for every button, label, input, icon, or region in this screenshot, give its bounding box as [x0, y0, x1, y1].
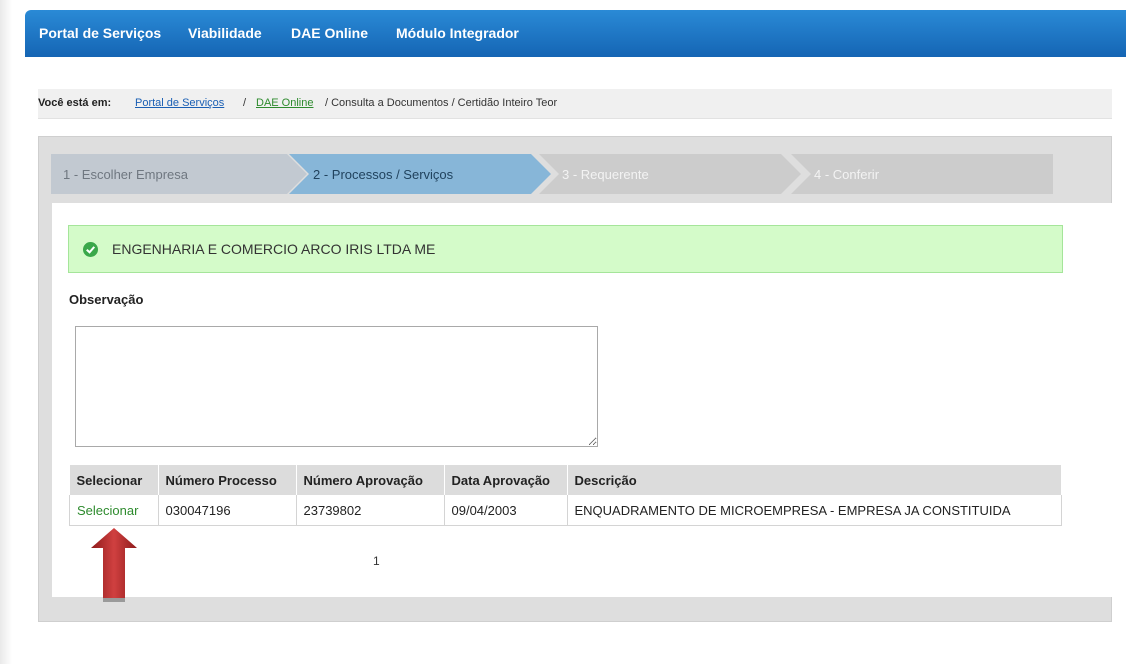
observacao-textarea[interactable]	[75, 326, 598, 447]
company-name: ENGENHARIA E COMERCIO ARCO IRIS LTDA ME	[112, 241, 436, 257]
nav-viabilidade[interactable]: Viabilidade	[188, 25, 262, 41]
top-navbar: Portal de Serviços Viabilidade DAE Onlin…	[25, 10, 1126, 57]
wizard-step-1-label: 1 - Escolher Empresa	[63, 167, 188, 182]
observacao-label: Observação	[69, 292, 144, 307]
col-descricao: Descrição	[567, 465, 1062, 495]
wizard-step-2-label: 2 - Processos / Serviços	[313, 167, 454, 182]
wizard-step-2[interactable]: 2 - Processos / Serviços	[289, 154, 551, 194]
breadcrumb-link-dae-online[interactable]: DAE Online	[256, 97, 313, 109]
wizard-step-3: 3 - Requerente	[539, 154, 801, 194]
col-numero-processo: Número Processo	[158, 465, 297, 495]
table-header-row: Selecionar Número Processo Número Aprova…	[69, 465, 1062, 495]
col-selecionar: Selecionar	[69, 465, 159, 495]
pagination-page[interactable]: 1	[373, 554, 380, 568]
wizard-step-4: 4 - Conferir	[791, 154, 1053, 194]
breadcrumb-current: / Consulta a Documentos / Certidão Intei…	[325, 97, 558, 109]
breadcrumb-link-portal[interactable]: Portal de Serviços	[135, 97, 224, 109]
data-aprovacao-cell: 09/04/2003	[444, 495, 568, 526]
col-data-aprovacao: Data Aprovação	[444, 465, 568, 495]
wizard-step-4-label: 4 - Conferir	[814, 167, 880, 182]
red-up-arrow-icon	[91, 528, 137, 602]
process-table: Selecionar Número Processo Número Aprova…	[69, 465, 1062, 526]
col-numero-aprovacao: Número Aprovação	[296, 465, 445, 495]
company-alert: ENGENHARIA E COMERCIO ARCO IRIS LTDA ME	[68, 225, 1063, 273]
page-left-shadow	[0, 0, 12, 664]
nav-dae-online[interactable]: DAE Online	[291, 25, 368, 41]
numero-aprovacao-cell: 23739802	[296, 495, 445, 526]
wizard-step-3-label: 3 - Requerente	[562, 167, 649, 182]
numero-processo-cell: 030047196	[158, 495, 297, 526]
table-row: Selecionar 030047196 23739802 09/04/2003…	[69, 495, 1062, 526]
wizard-steps: 1 - Escolher Empresa 2 - Processos / Ser…	[51, 154, 1053, 194]
select-cell: Selecionar	[69, 495, 159, 526]
descricao-cell: ENQUADRAMENTO DE MICROEMPRESA - EMPRESA …	[567, 495, 1062, 526]
check-circle-icon	[83, 242, 98, 257]
wizard-step-1[interactable]: 1 - Escolher Empresa	[51, 154, 307, 194]
nav-modulo-integrador[interactable]: Módulo Integrador	[396, 25, 519, 41]
selecionar-link[interactable]: Selecionar	[77, 503, 138, 518]
nav-portal-de-servicos[interactable]: Portal de Serviços	[39, 25, 161, 41]
breadcrumb-prefix: Você está em:	[38, 97, 112, 109]
breadcrumb-separator: /	[243, 97, 247, 109]
breadcrumb: Você está em: Portal de Serviços / DAE O…	[38, 89, 1112, 119]
